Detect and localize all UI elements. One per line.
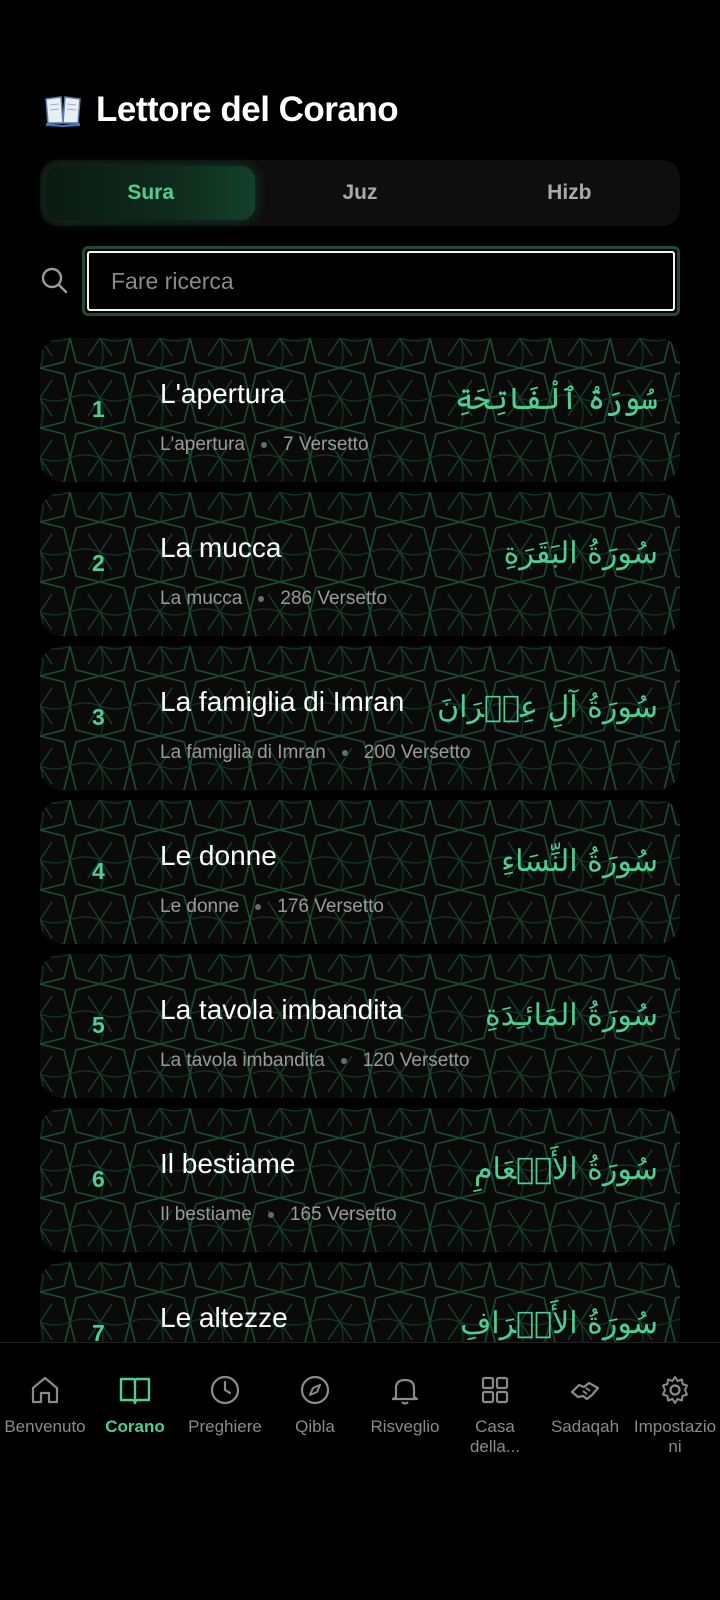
separator-dot xyxy=(267,1212,274,1218)
surah-number: 3 xyxy=(92,704,105,730)
tab-juz[interactable]: Juz xyxy=(255,166,464,220)
surah-name: La tavola imbandita xyxy=(160,994,403,1025)
search-input[interactable] xyxy=(89,253,673,309)
separator-dot xyxy=(258,596,265,602)
page-title: Lettore del Corano xyxy=(96,90,399,129)
surah-meta: L'apertura 7 Versetto xyxy=(160,434,369,456)
page-header: Lettore del Corano xyxy=(44,88,399,132)
tab-sura[interactable]: Sura xyxy=(46,166,256,220)
surah-translation: L'apertura xyxy=(160,434,245,455)
surah-arabic-name: سُورَةُ آلِ عِمۡرَانَ xyxy=(437,690,658,725)
surah-translation: Il bestiame xyxy=(160,1204,252,1225)
nav-label: Risveglio xyxy=(370,1417,440,1436)
nav-label: Benvenuto xyxy=(4,1417,86,1436)
surah-meta: La famiglia di Imran 200 Versetto xyxy=(160,742,471,764)
nav-label: Preghiere xyxy=(188,1417,262,1436)
surah-meta: Il bestiame 165 Versetto xyxy=(160,1204,397,1226)
surah-arabic-name: سُورَةُ النِّسَاءِ xyxy=(501,844,658,879)
surah-name: Il bestiame xyxy=(160,1148,296,1179)
clock-icon xyxy=(210,1375,240,1405)
bottom-navigation: Benvenuto Corano Preghiere Qibla Risvegl… xyxy=(0,1342,720,1600)
nav-qibla[interactable]: Qibla xyxy=(270,1373,360,1600)
surah-number: 1 xyxy=(92,396,105,422)
surah-name: Le donne xyxy=(160,840,277,871)
tab-hizb[interactable]: Hizb xyxy=(465,166,674,220)
gear-icon xyxy=(662,1376,688,1404)
surah-translation: La mucca xyxy=(160,588,243,609)
surah-name: L'apertura xyxy=(160,378,286,409)
surah-arabic-name: سُورَةُ الأَنۡعَامِ xyxy=(473,1152,658,1187)
nav-corano[interactable]: Corano xyxy=(90,1373,180,1600)
surah-card[interactable]: 4 Le donne Le donne 176 Versetto سُورَةُ الن… xyxy=(40,800,680,944)
search-row xyxy=(40,246,680,316)
nav-label: Casa della... xyxy=(469,1417,521,1456)
verse-count: 7 Versetto xyxy=(282,434,369,455)
surah-translation: Le donne xyxy=(160,896,240,917)
verse-count: 120 Versetto xyxy=(362,1050,470,1071)
surah-number: 6 xyxy=(92,1166,105,1192)
verse-count: 165 Versetto xyxy=(289,1204,397,1225)
nav-preghiere[interactable]: Preghiere xyxy=(180,1373,270,1600)
verse-count: 200 Versetto xyxy=(363,742,471,763)
tab-bar: Sura Juz Hizb xyxy=(40,160,680,226)
surah-number: 7 xyxy=(92,1320,105,1342)
book-icon xyxy=(119,1377,151,1405)
surah-card[interactable]: 6 Il bestiame Il bestiame 165 Versetto سُورَ… xyxy=(40,1108,680,1252)
surah-arabic-name: سُورَةُ البَقَرَةِ xyxy=(503,536,658,571)
nav-label: Impostazioni xyxy=(633,1417,717,1456)
surah-arabic-name: سُورَةُ الأَعۡرَافِ xyxy=(460,1306,658,1341)
nav-sadaqah[interactable]: Sadaqah xyxy=(540,1373,630,1600)
surah-name: Le altezze xyxy=(160,1302,288,1333)
bell-icon xyxy=(391,1378,419,1405)
home-icon xyxy=(31,1376,59,1404)
search-icon xyxy=(41,267,68,294)
verse-count: 286 Versetto xyxy=(280,588,388,609)
verse-count: 176 Versetto xyxy=(277,896,384,917)
search-box xyxy=(82,246,680,316)
surah-card[interactable]: 5 La tavola imbandita La tavola imbandita 1… xyxy=(40,954,680,1098)
surah-card[interactable]: 7 Le altezze سُورَةُ الأَعۡرَافِ xyxy=(40,1262,680,1342)
surah-card[interactable]: 1 L'apertura L'apertura 7 Versetto سُورَةُ ٱ… xyxy=(40,338,680,482)
surah-number: 2 xyxy=(92,550,105,576)
surah-arabic-name: سُورَةُ المَائـِدَةِ xyxy=(485,998,658,1033)
nav-label: Qibla xyxy=(295,1417,335,1436)
nav-label: Sadaqah xyxy=(550,1417,620,1436)
nav-impostazioni[interactable]: Impostazioni xyxy=(630,1373,720,1600)
compass-icon xyxy=(300,1375,330,1405)
surah-name: La famiglia di Imran xyxy=(160,686,405,717)
surah-number: 4 xyxy=(92,858,105,884)
surah-number: 5 xyxy=(92,1012,105,1038)
surah-meta: Le donne 176 Versetto xyxy=(160,896,384,918)
surah-meta: La mucca 286 Versetto xyxy=(160,588,387,610)
grid-icon xyxy=(481,1376,509,1404)
surah-card[interactable]: 2 La mucca La mucca 286 Versetto سُورَةُ الب… xyxy=(40,492,680,636)
surah-name: La mucca xyxy=(160,532,282,563)
nav-label: Corano xyxy=(105,1417,165,1436)
surah-translation: La tavola imbandita xyxy=(160,1050,325,1071)
handshake-icon xyxy=(570,1381,600,1401)
separator-dot xyxy=(260,442,267,448)
nav-benvenuto[interactable]: Benvenuto xyxy=(0,1373,90,1600)
surah-list[interactable]: 1 L'apertura L'apertura 7 Versetto سُورَةُ ٱ… xyxy=(40,338,680,1342)
surah-meta: La tavola imbandita 120 Versetto xyxy=(160,1050,469,1072)
nav-risveglio[interactable]: Risveglio xyxy=(360,1373,450,1600)
separator-dot xyxy=(255,904,262,910)
separator-dot xyxy=(340,1058,347,1064)
surah-arabic-name: سُورَةُ ٱلْفَاتِحَةِ xyxy=(455,382,658,417)
surah-translation: La famiglia di Imran xyxy=(160,742,326,763)
separator-dot xyxy=(341,750,348,756)
surah-card[interactable]: 3 La famiglia di Imran La famiglia di Imra… xyxy=(40,646,680,790)
nav-casa[interactable]: Casa della... xyxy=(450,1373,540,1600)
open-book-icon xyxy=(45,96,81,127)
